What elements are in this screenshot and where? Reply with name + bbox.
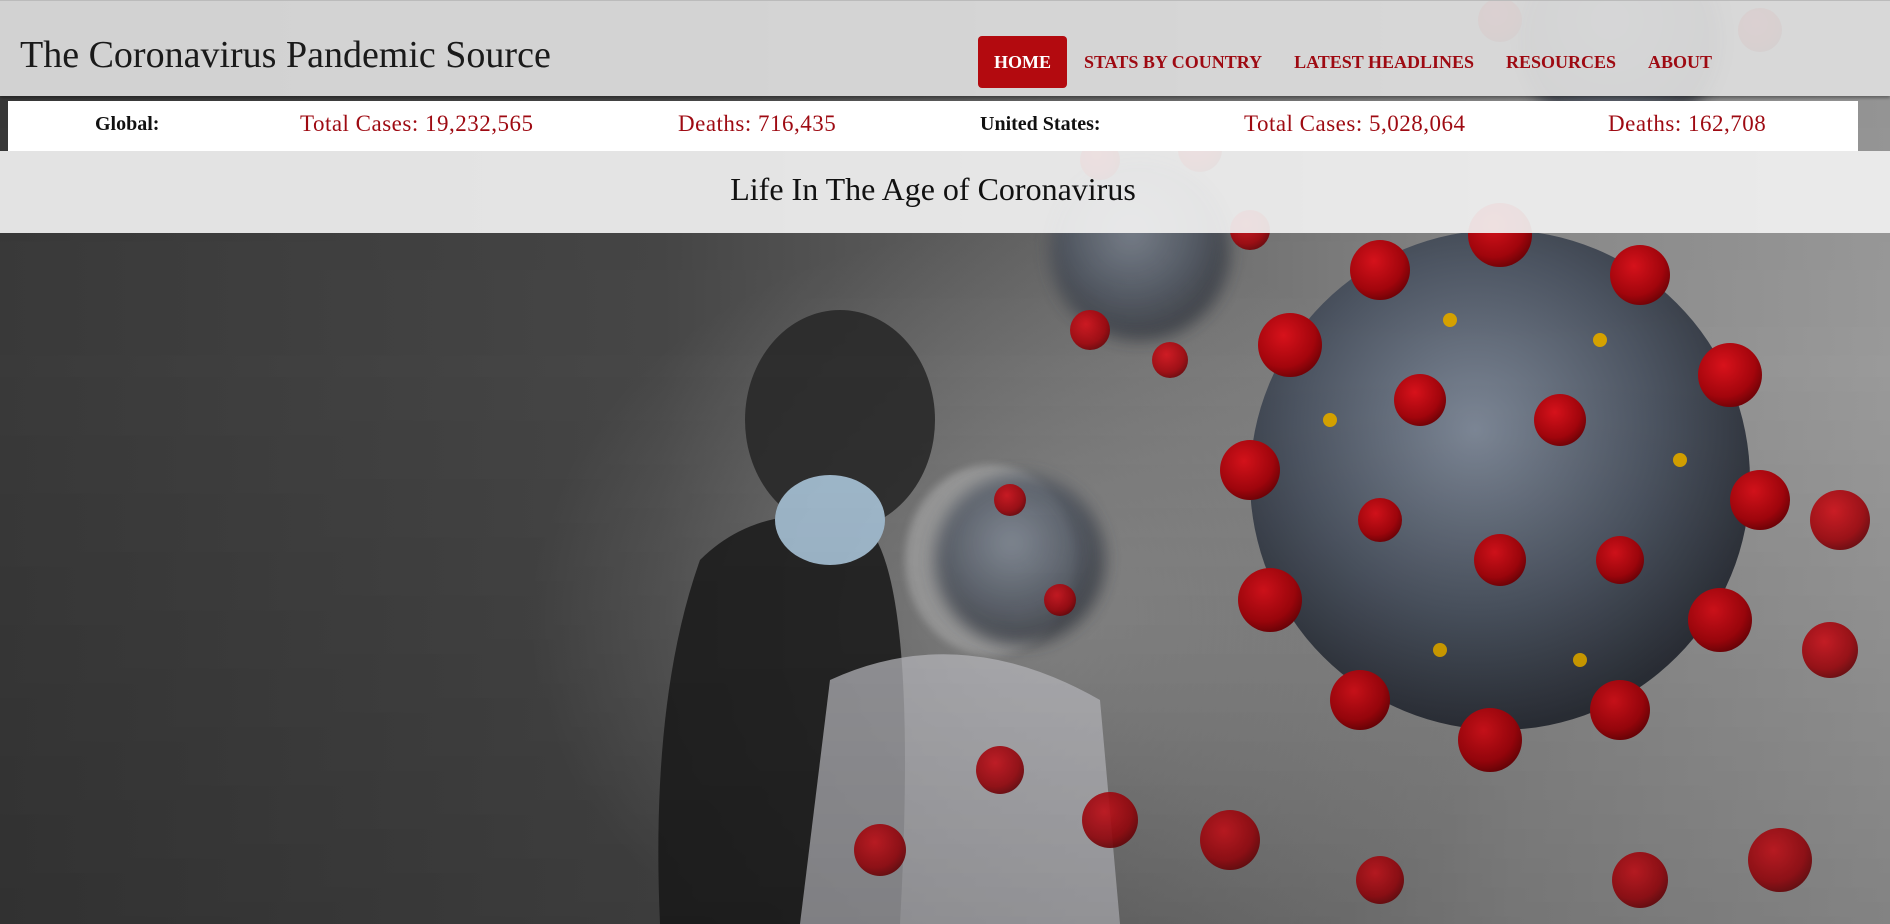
nav-resources[interactable]: RESOURCES <box>1490 36 1632 88</box>
stats-bar: Global: Total Cases: 19,232,565 Deaths: … <box>8 101 1858 151</box>
page-subtitle: Life In The Age of Coronavirus <box>730 171 1136 207</box>
nav-home[interactable]: HOME <box>978 36 1067 88</box>
global-label: Global: <box>95 113 160 135</box>
us-label: United States: <box>980 113 1101 135</box>
nav-about[interactable]: ABOUT <box>1632 36 1728 88</box>
global-deaths: Deaths: 716,435 <box>678 111 837 136</box>
global-total-cases: Total Cases: 19,232,565 <box>300 111 534 136</box>
subtitle-band: Life In The Age of Coronavirus <box>0 151 1890 233</box>
nav-stats-by-country[interactable]: STATS BY COUNTRY <box>1068 36 1278 88</box>
main-nav: HOME STATS BY COUNTRY LATEST HEADLINES R… <box>978 36 1728 88</box>
page: The Coronavirus Pandemic Source HOME STA… <box>0 0 1890 924</box>
nav-latest-headlines[interactable]: LATEST HEADLINES <box>1278 36 1490 88</box>
site-header: The Coronavirus Pandemic Source HOME STA… <box>0 0 1890 96</box>
us-deaths: Deaths: 162,708 <box>1608 111 1767 136</box>
site-title[interactable]: The Coronavirus Pandemic Source <box>20 33 551 77</box>
us-total-cases: Total Cases: 5,028,064 <box>1244 111 1466 136</box>
